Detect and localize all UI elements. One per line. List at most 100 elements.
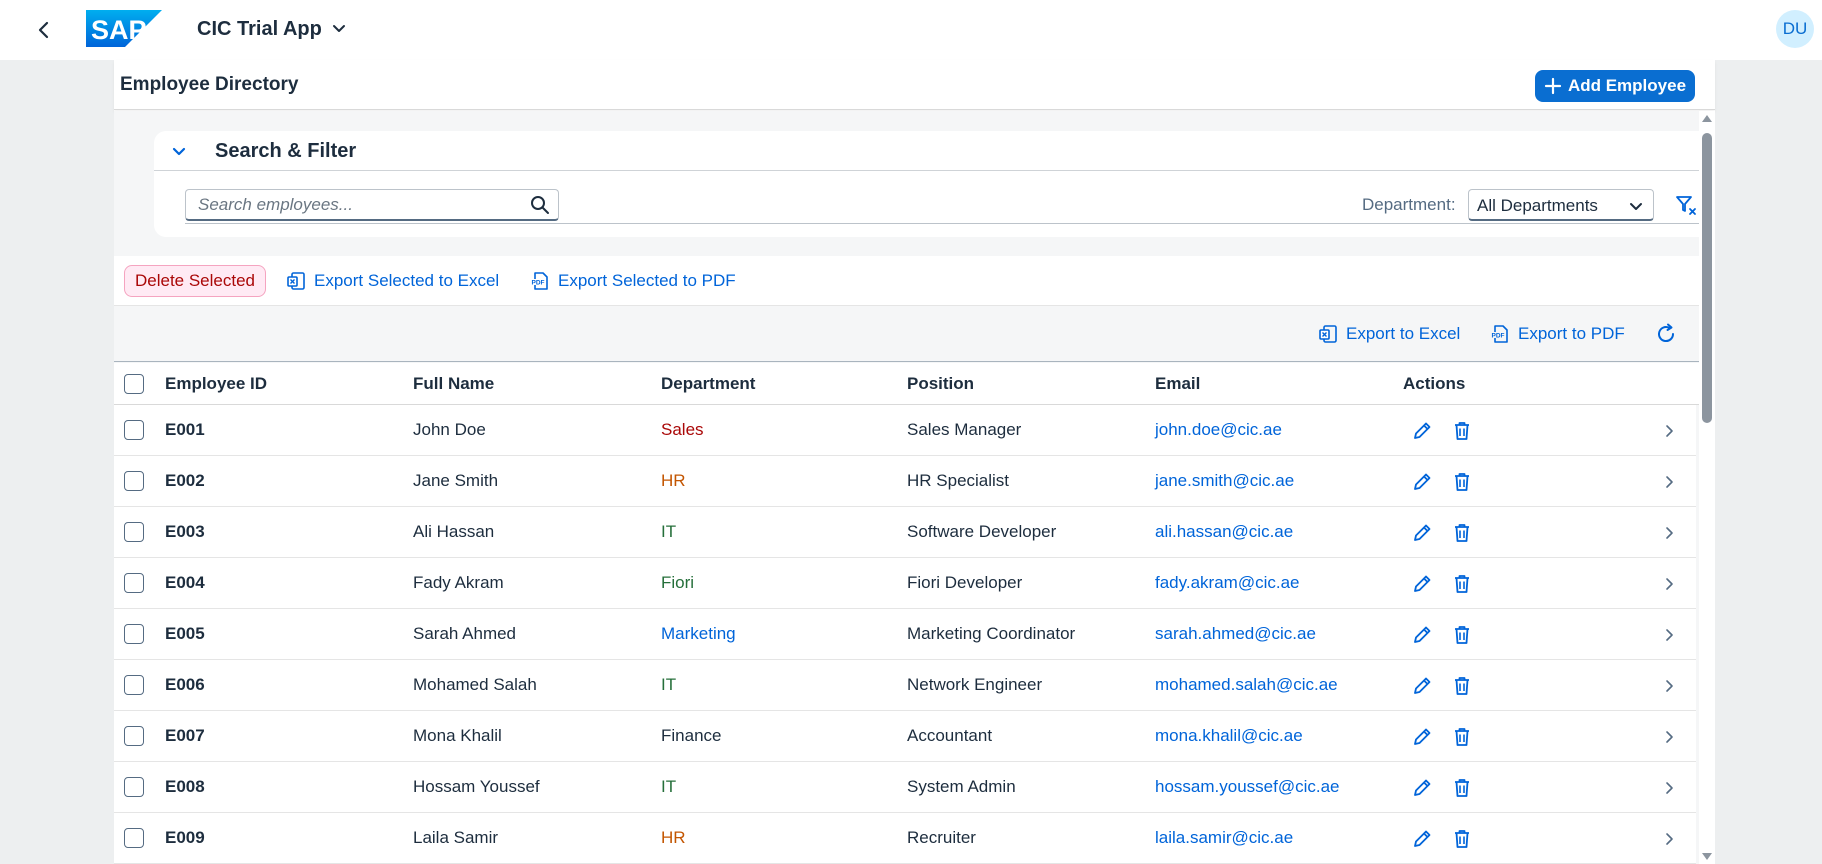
filter-divider [185, 223, 1700, 224]
email-link[interactable]: fady.akram@cic.ae [1155, 558, 1300, 608]
delete-trash-icon[interactable] [1451, 828, 1473, 850]
row-checkbox[interactable] [124, 675, 144, 695]
edit-pencil-icon[interactable] [1411, 522, 1433, 544]
row-checkbox[interactable] [124, 828, 144, 848]
row-checkbox[interactable] [124, 420, 144, 440]
sap-logo: SAP [86, 10, 162, 47]
edit-pencil-icon[interactable] [1411, 777, 1433, 799]
employee-id-cell: E001 [165, 420, 205, 439]
column-header-department[interactable]: Department [661, 363, 755, 404]
row-navigation-chevron-icon[interactable] [1662, 576, 1676, 590]
employee-id-cell: E009 [165, 828, 205, 847]
edit-pencil-icon[interactable] [1411, 675, 1433, 697]
delete-trash-icon[interactable] [1451, 726, 1473, 748]
column-header-email[interactable]: Email [1155, 363, 1200, 404]
clear-filter-icon[interactable] [1674, 193, 1698, 217]
table-row[interactable]: E002 Jane Smith HR HR Specialist jane.smith@… [114, 456, 1696, 507]
export-excel-button[interactable]: Export to Excel [1318, 318, 1460, 350]
row-navigation-chevron-icon[interactable] [1662, 678, 1676, 692]
scrollbar-thumb[interactable] [1702, 133, 1712, 423]
collapse-chevron-icon[interactable] [170, 143, 188, 161]
app-title: CIC Trial App [197, 17, 322, 40]
delete-trash-icon[interactable] [1451, 675, 1473, 697]
email-link[interactable]: laila.samir@cic.ae [1155, 813, 1293, 863]
edit-pencil-icon[interactable] [1411, 828, 1433, 850]
app-title-menu[interactable]: CIC Trial App [197, 14, 346, 44]
department-cell: IT [661, 522, 677, 541]
column-header-position[interactable]: Position [907, 363, 974, 404]
employee-id-cell: E007 [165, 726, 205, 745]
page-title: Employee Directory [120, 74, 299, 95]
edit-pencil-icon[interactable] [1411, 420, 1433, 442]
column-header-full-name[interactable]: Full Name [413, 363, 494, 404]
search-filter-panel: Search & Filter Department: All Departme… [154, 131, 1700, 237]
position-cell: Fiori Developer [907, 573, 1023, 592]
select-all-checkbox[interactable] [124, 374, 144, 394]
filter-panel-header: Search & Filter [154, 131, 1700, 171]
table-row[interactable]: E008 Hossam Youssef IT System Admin hossam.y… [114, 762, 1696, 813]
edit-pencil-icon[interactable] [1411, 726, 1433, 748]
refresh-icon[interactable] [1654, 322, 1678, 346]
delete-trash-icon[interactable] [1451, 624, 1473, 646]
table-row[interactable]: E009 Laila Samir HR Recruiter laila.samir@ci… [114, 813, 1696, 864]
email-link[interactable]: jane.smith@cic.ae [1155, 456, 1294, 506]
export-selected-excel-button[interactable]: Export Selected to Excel [286, 265, 499, 297]
export-selected-pdf-button[interactable]: PDF Export Selected to PDF [530, 265, 736, 297]
row-checkbox[interactable] [124, 726, 144, 746]
email-link[interactable]: john.doe@cic.ae [1155, 405, 1282, 455]
department-select[interactable]: All Departments [1468, 189, 1654, 221]
row-navigation-chevron-icon[interactable] [1662, 525, 1676, 539]
delete-selected-button[interactable]: Delete Selected [124, 265, 266, 297]
back-button[interactable] [30, 16, 58, 44]
row-checkbox[interactable] [124, 624, 144, 644]
email-link[interactable]: hossam.youssef@cic.ae [1155, 762, 1340, 812]
vertical-scrollbar[interactable] [1699, 111, 1715, 864]
position-cell: Software Developer [907, 522, 1057, 541]
table-row[interactable]: E005 Sarah Ahmed Marketing Marketing Coordi… [114, 609, 1696, 660]
export-pdf-label: Export to PDF [1518, 324, 1625, 343]
employee-id-cell: E002 [165, 471, 205, 490]
edit-pencil-icon[interactable] [1411, 573, 1433, 595]
row-navigation-chevron-icon[interactable] [1662, 780, 1676, 794]
column-header-employee-id[interactable]: Employee ID [165, 363, 267, 404]
table-row[interactable]: E004 Fady Akram Fiori Fiori Developer fady.a… [114, 558, 1696, 609]
user-avatar[interactable]: DU [1776, 10, 1814, 48]
add-employee-button[interactable]: Add Employee [1535, 70, 1695, 102]
delete-trash-icon[interactable] [1451, 777, 1473, 799]
row-navigation-chevron-icon[interactable] [1662, 729, 1676, 743]
row-checkbox[interactable] [124, 573, 144, 593]
full-name-cell: Sarah Ahmed [413, 624, 517, 643]
row-navigation-chevron-icon[interactable] [1662, 831, 1676, 845]
search-input[interactable] [198, 194, 518, 216]
email-link[interactable]: mohamed.salah@cic.ae [1155, 660, 1338, 710]
email-link[interactable]: mona.khalil@cic.ae [1155, 711, 1303, 761]
shell-bar: SAP CIC Trial App DU [0, 0, 1822, 60]
scroll-up-arrow-icon[interactable] [1701, 113, 1713, 123]
table-row[interactable]: E003 Ali Hassan IT Software Developer ali.ha… [114, 507, 1696, 558]
scroll-down-arrow-icon[interactable] [1701, 852, 1713, 862]
search-icon[interactable] [530, 195, 550, 215]
delete-trash-icon[interactable] [1451, 573, 1473, 595]
svg-text:PDF: PDF [1492, 333, 1505, 340]
table-body: E001 John Doe Sales Sales Manager john.doe@c… [114, 405, 1700, 864]
row-navigation-chevron-icon[interactable] [1662, 423, 1676, 437]
delete-trash-icon[interactable] [1451, 471, 1473, 493]
row-navigation-chevron-icon[interactable] [1662, 474, 1676, 488]
search-field[interactable] [185, 189, 559, 221]
email-link[interactable]: ali.hassan@cic.ae [1155, 507, 1293, 557]
employee-id-cell: E005 [165, 624, 205, 643]
table-row[interactable]: E007 Mona Khalil Finance Accountant mona.kha… [114, 711, 1696, 762]
edit-pencil-icon[interactable] [1411, 471, 1433, 493]
row-checkbox[interactable] [124, 777, 144, 797]
row-checkbox[interactable] [124, 471, 144, 491]
edit-pencil-icon[interactable] [1411, 624, 1433, 646]
email-link[interactable]: sarah.ahmed@cic.ae [1155, 609, 1316, 659]
delete-trash-icon[interactable] [1451, 420, 1473, 442]
row-checkbox[interactable] [124, 522, 144, 542]
row-navigation-chevron-icon[interactable] [1662, 627, 1676, 641]
table-row[interactable]: E006 Mohamed Salah IT Network Engineer moham… [114, 660, 1696, 711]
add-employee-label: Add Employee [1567, 76, 1687, 95]
delete-trash-icon[interactable] [1451, 522, 1473, 544]
table-row[interactable]: E001 John Doe Sales Sales Manager john.doe@c… [114, 405, 1696, 456]
export-pdf-button[interactable]: PDF Export to PDF [1490, 318, 1625, 350]
